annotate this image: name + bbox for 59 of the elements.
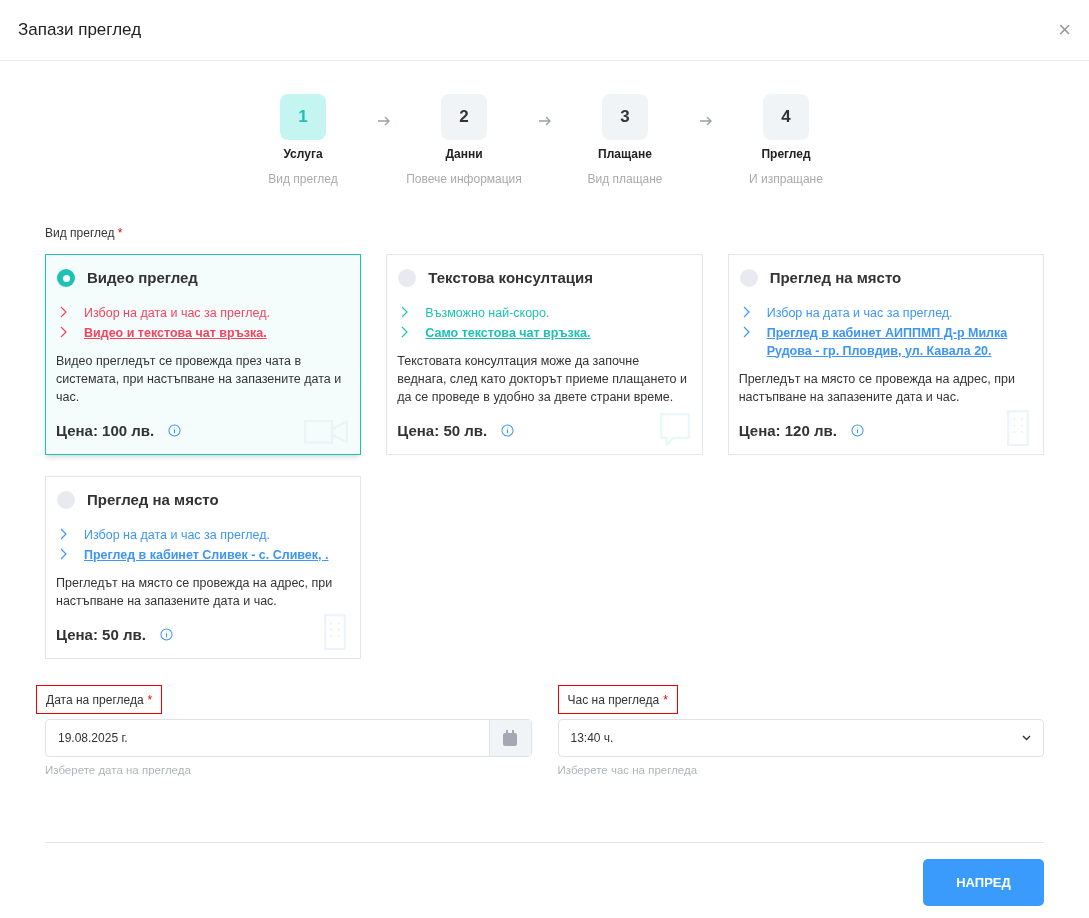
field-label: Вид преглед * [45,225,124,242]
chevron-icon [60,527,68,540]
step-title: Плащане [598,146,652,163]
step-subtitle: Повече информация [406,171,522,188]
feature-text: Възможно най-скоро. [425,304,550,322]
feature-text: Избор на дата и час за преглед. [766,304,953,322]
step-subtitle: И изпращане [749,171,823,188]
field-hint: Изберете дата на прегледа [45,763,192,778]
chevron-icon [742,305,751,318]
chevron-icon [742,325,751,338]
radio-button[interactable] [57,269,75,288]
step-title: Услуга [283,146,323,163]
step-number[interactable]: 2 [441,94,487,140]
option-title: Видео преглед [87,268,198,288]
chevron-down-icon [1022,735,1031,741]
option-title: Текстова консултация [428,268,593,288]
step-number[interactable]: 3 [602,94,648,140]
info-icon[interactable] [850,424,864,438]
feature-text: Избор на дата и час за преглед. [84,526,270,544]
info-icon[interactable] [159,628,173,642]
time-select[interactable]: 13:40 ч. [557,719,1044,757]
calendar-icon[interactable] [503,730,517,746]
option-title: Преглед на място [87,490,219,510]
field-label: Дата на прегледа * [36,685,163,714]
option-card[interactable]: Видео преглед Избор на дата и час за преглед. Видео и текстова чат връзка. Видео прегледът се провежда през чата в системата, при настъпване на запазените дата и час. Цена: 100 лв. [45,254,362,455]
feature-text: Избор на дата и час за преглед. [84,304,270,322]
option-card[interactable]: Преглед на място Избор на дата и час за преглед. Преглед в кабинет Сливек - с. Сливек, . Прегледът на място се провежда на адрес, при настъпване на запазените дата и час. Цена: 50 лв. [45,476,362,659]
option-description: Видео прегледът се провежда през чата в системата, при настъпване на запазените дата и час. [56,352,343,406]
chat-bubble-icon [659,412,690,446]
arrow-icon [376,116,391,126]
arrow-icon [537,116,552,126]
option-title: Преглед на място [769,268,902,288]
option-description: Прегледът на място се провежда на адрес, при настъпване на запазените дата и час. [738,370,1016,406]
chevron-icon [401,305,410,318]
price: Цена: 100 лв. [56,420,155,441]
step-number[interactable]: 4 [763,94,809,140]
price: Цена: 120 лв. [738,420,837,441]
arrow-icon [698,116,713,126]
chevron-icon [60,305,68,318]
chevron-icon [60,325,68,338]
chevron-icon [60,547,68,560]
price: Цена: 50 лв. [56,624,146,645]
price: Цена: 50 лв. [397,420,488,441]
option-description: Прегледът на място се провежда на адрес, при настъпване на запазените дата и час. [56,574,334,610]
field-hint: Изберете час на прегледа [557,763,699,778]
info-icon[interactable] [168,424,182,438]
option-card[interactable] [386,254,703,455]
step-title: Данни [445,146,483,163]
option-card[interactable] [727,254,1044,455]
chevron-icon [401,325,410,338]
date-field[interactable]: 19.08.2025 г. [45,719,532,757]
step-subtitle: Вид плащане [587,171,663,188]
field-label: Час на прегледа * [557,685,678,714]
required-mark: * [117,226,123,240]
option-description: Текстовата консултация може да започне веднага, след като докторът приеме плащането и да се проведе в удобно за двете страни време. [397,352,688,406]
info-icon[interactable] [501,424,515,438]
step-title: Преглед [761,146,811,163]
step-subtitle: Вид преглед [268,171,338,188]
dialog-title: Запази преглед [18,19,142,42]
